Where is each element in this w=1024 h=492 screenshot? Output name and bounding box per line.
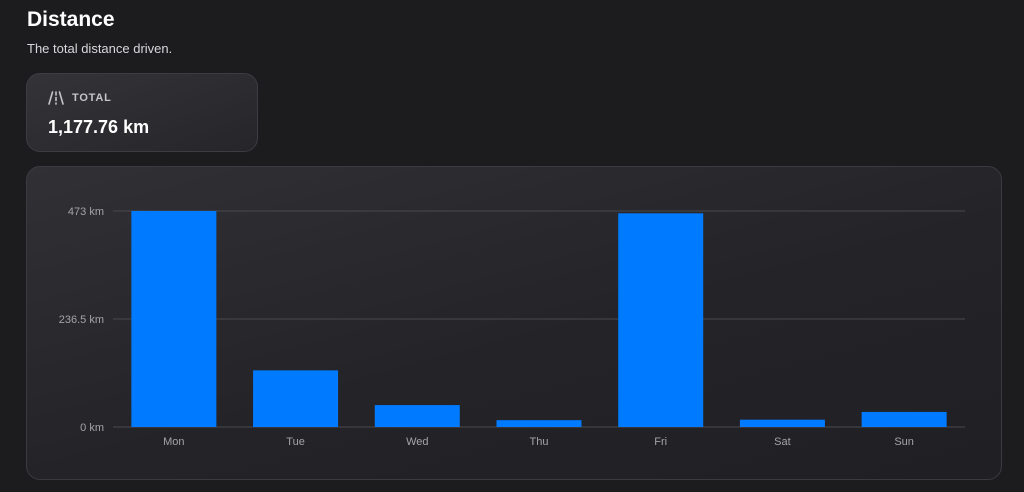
x-category-label: Sat (774, 436, 791, 448)
stat-value: 1,177.76 km (48, 117, 150, 137)
road-icon (48, 91, 64, 105)
bar-sat[interactable] (739, 419, 825, 427)
x-category-label: Wed (406, 436, 428, 448)
bar-fri[interactable] (618, 213, 704, 427)
page-subtitle: The total distance driven. (27, 41, 173, 56)
x-category-label: Thu (530, 436, 549, 448)
y-tick-label: 236.5 km (59, 314, 104, 326)
bar-wed[interactable] (374, 405, 460, 427)
total-stat-card: TOTAL 1,177.76 km (26, 73, 258, 152)
x-category-label: Mon (163, 436, 184, 448)
stat-label: TOTAL (72, 92, 112, 104)
distance-chart-card: 0 km 236.5 km 473 km Mon Tue Wed Thu Fri Sat Sun (26, 166, 1002, 480)
distance-bar-chart: 0 km 236.5 km 473 km Mon Tue Wed Thu Fri Sat Sun (59, 206, 965, 448)
y-tick-label: 0 km (80, 422, 104, 434)
y-tick-label: 473 km (68, 206, 104, 218)
bar-tue[interactable] (253, 370, 339, 427)
x-category-label: Tue (286, 436, 305, 448)
page-title: Distance (27, 8, 115, 31)
bar-sun[interactable] (861, 411, 947, 427)
bar-thu[interactable] (496, 420, 582, 427)
distance-page: Distance The total distance driven. TOTA… (0, 0, 1024, 492)
x-category-label: Fri (654, 436, 667, 448)
x-category-label: Sun (894, 436, 914, 448)
stat-header: TOTAL (48, 91, 112, 105)
bar-mon[interactable] (131, 211, 217, 427)
